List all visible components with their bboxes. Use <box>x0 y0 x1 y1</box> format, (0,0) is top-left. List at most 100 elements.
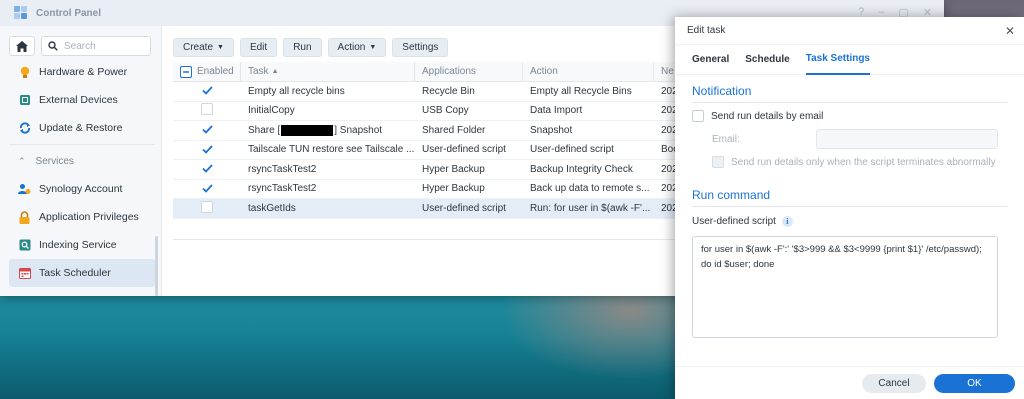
dialog-footer: Cancel OK <box>675 366 1024 399</box>
header-task-label: Task <box>248 66 269 77</box>
run-button[interactable]: Run <box>283 38 322 57</box>
section-label: Services <box>35 155 74 167</box>
sidebar-item-synology-account[interactable]: Synology Account <box>9 175 155 203</box>
tab-general[interactable]: General <box>692 54 729 65</box>
dialog-tabs: General Schedule Task Settings <box>675 45 1024 75</box>
enabled-checkbox[interactable] <box>201 103 213 116</box>
enabled-checkbox[interactable] <box>201 200 213 213</box>
caret-down-icon: ▼ <box>217 44 224 51</box>
sidebar-scrollbar[interactable] <box>155 236 158 296</box>
task-action: Empty all Recycle Bins <box>530 85 632 97</box>
create-button[interactable]: Create ▼ <box>173 38 234 57</box>
task-name: InitialCopy <box>248 105 295 117</box>
task-application: Hyper Backup <box>422 163 485 175</box>
sidebar-item-task-scheduler[interactable]: Task Scheduler <box>9 259 155 287</box>
task-name-suffix: ] Snapshot <box>334 124 383 136</box>
sidebar-item-hardware-power[interactable]: Hardware & Power <box>9 58 155 86</box>
section-divider <box>692 206 1007 207</box>
sidebar-item-indexing-service[interactable]: Indexing Service <box>9 231 155 259</box>
sidebar-item-label: Update & Restore <box>39 122 123 134</box>
cancel-button[interactable]: Cancel <box>862 374 926 393</box>
tab-schedule[interactable]: Schedule <box>745 54 789 65</box>
send-email-label: Send run details by email <box>711 110 824 122</box>
task-name: rsyncTaskTest2 <box>248 183 317 195</box>
task-name: taskGetIds <box>248 202 296 214</box>
task-application: Hyper Backup <box>422 183 485 195</box>
search-icon <box>48 41 58 51</box>
info-icon[interactable]: i <box>781 216 793 227</box>
action-label: Action <box>337 42 366 53</box>
settings-button[interactable]: Settings <box>392 38 449 57</box>
script-editor[interactable]: for user in $(awk -F':' '$3>999 && $3<99… <box>692 236 998 338</box>
task-name: Tailscale TUN restore see Tailscale ... <box>248 144 415 156</box>
sidebar-item-external-devices[interactable]: External Devices <box>9 86 155 114</box>
sidebar: Hardware & Power External Devices Update… <box>0 26 162 296</box>
header-action[interactable]: Action <box>523 61 654 82</box>
home-icon <box>16 40 28 52</box>
header-enabled[interactable]: Enabled <box>173 61 241 82</box>
sidebar-item-label: Synology Account <box>39 183 123 195</box>
task-action: Back up data to remote s... <box>530 183 650 195</box>
sidebar-item-label: Task Scheduler <box>39 267 111 279</box>
send-email-checkbox[interactable] <box>692 110 704 122</box>
task-action: Snapshot <box>530 124 573 136</box>
tab-task-settings[interactable]: Task Settings <box>805 45 870 75</box>
search-input[interactable] <box>64 40 144 52</box>
run-command-heading: Run command <box>692 188 771 202</box>
dialog-title: Edit task <box>675 17 1024 45</box>
calendar-icon <box>18 267 31 280</box>
sidebar-divider <box>9 144 155 145</box>
task-name-prefix: Share [ <box>248 124 281 136</box>
send-email-option[interactable]: Send run details by email <box>692 110 823 122</box>
enabled-checkbox[interactable] <box>201 182 213 194</box>
enabled-checkbox[interactable] <box>201 123 213 136</box>
control-panel-icon <box>14 6 28 20</box>
task-application: Recycle Bin <box>422 85 475 97</box>
lock-icon <box>18 210 31 224</box>
select-all-checkbox[interactable] <box>180 65 192 78</box>
ok-button[interactable]: OK <box>934 374 1015 393</box>
redacted-block <box>281 124 334 136</box>
close-icon[interactable]: ✕ <box>1005 24 1015 38</box>
header-task[interactable]: Task ▲ <box>241 61 415 82</box>
create-label: Create <box>183 42 214 53</box>
sidebar-section-services[interactable]: ⌃ Services <box>9 147 155 175</box>
task-action: Data Import <box>530 105 583 117</box>
task-application: Shared Folder <box>422 124 486 136</box>
abnormal-only-option[interactable]: Send run details only when the script te… <box>712 156 996 168</box>
abnormal-only-checkbox[interactable] <box>712 156 724 168</box>
email-field[interactable] <box>816 129 998 149</box>
sidebar-item-update-restore[interactable]: Update & Restore <box>9 114 155 142</box>
sidebar-item-label: Indexing Service <box>39 239 117 251</box>
toolbar: Create ▼ Edit Run Action ▼ Settings <box>173 38 449 57</box>
window-title: Control Panel <box>36 7 102 19</box>
sort-ascending-icon: ▲ <box>271 68 279 75</box>
action-button[interactable]: Action ▼ <box>327 38 387 57</box>
sidebar-item-application-privileges[interactable]: Application Privileges <box>9 203 155 231</box>
sidebar-nav: Hardware & Power External Devices Update… <box>9 58 155 287</box>
home-button[interactable] <box>9 36 35 56</box>
header-applications[interactable]: Applications <box>415 61 523 82</box>
index-icon <box>18 239 31 252</box>
sidebar-item-label: Hardware & Power <box>39 66 128 78</box>
enabled-checkbox[interactable] <box>201 162 213 175</box>
task-action: Backup Integrity Check <box>530 163 633 175</box>
search-box[interactable] <box>41 36 151 56</box>
sidebar-item-label: External Devices <box>39 94 118 106</box>
refresh-icon <box>18 122 31 135</box>
bulb-icon <box>18 66 31 79</box>
enabled-checkbox[interactable] <box>201 84 213 97</box>
external-device-icon <box>18 94 31 107</box>
sidebar-item-label: Application Privileges <box>39 211 139 223</box>
chevron-up-icon: ⌃ <box>18 155 26 166</box>
task-name: Empty all recycle bins <box>248 85 345 97</box>
notification-heading: Notification <box>692 84 752 98</box>
email-label: Email: <box>712 134 740 145</box>
edit-button[interactable]: Edit <box>239 38 278 57</box>
task-application: USB Copy <box>422 105 469 117</box>
task-application: User-defined script <box>422 144 506 156</box>
enabled-checkbox[interactable] <box>201 143 213 155</box>
task-name: Share [ ] Snapshot <box>241 124 415 136</box>
header-enabled-label: Enabled <box>197 66 234 77</box>
task-action: Run: for user in $(awk -F'... <box>530 202 651 214</box>
